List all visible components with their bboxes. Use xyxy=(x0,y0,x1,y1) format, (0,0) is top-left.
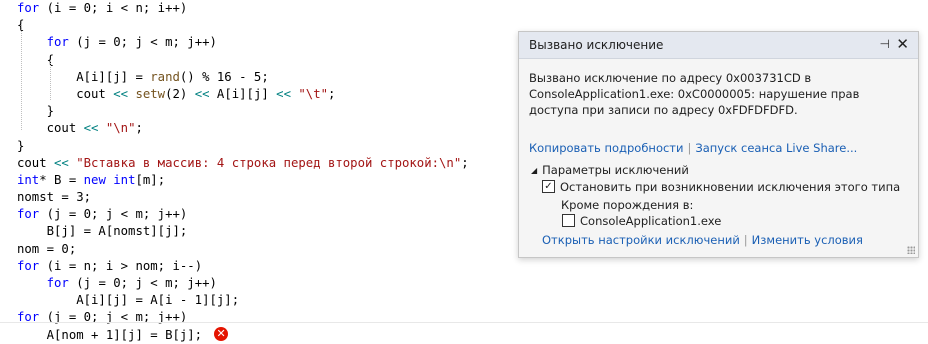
code-token-kw: new xyxy=(83,172,106,187)
collapse-triangle-icon[interactable]: ◢ xyxy=(531,166,537,175)
code-token: ; xyxy=(135,121,143,136)
link-separator: | xyxy=(743,233,748,247)
code-token: A[i][j] xyxy=(209,86,277,101)
indent-guide xyxy=(21,25,22,130)
open-exception-settings-link[interactable]: Открыть настройки исключений xyxy=(542,233,740,247)
code-token: A[i][j] = A[i - 1][j]; xyxy=(17,293,240,308)
code-token-fn: rand xyxy=(150,69,180,84)
code-token-kw: for xyxy=(46,35,69,50)
exception-popup[interactable]: Вызвано исключение ⊣ ✕ Вызвано исключени… xyxy=(518,31,919,258)
code-token-op: << xyxy=(54,155,69,170)
code-token: ; xyxy=(461,155,469,170)
code-token: (2) xyxy=(165,86,195,101)
code-token: } xyxy=(17,104,55,119)
indent-guide xyxy=(50,60,51,100)
code-token-op: << xyxy=(194,86,210,101)
edit-conditions-link[interactable]: Изменить условия xyxy=(752,233,863,247)
code-token-fn: setw xyxy=(135,86,166,101)
except-label: Кроме порождения в: xyxy=(561,198,694,212)
code-token: * B = xyxy=(39,172,84,187)
code-token: nom = 0; xyxy=(17,241,77,256)
code-token: cout xyxy=(17,155,55,170)
code-token-op: << xyxy=(83,121,99,136)
error-icon[interactable]: ✕ xyxy=(214,327,229,342)
code-token-kw: for xyxy=(17,258,40,273)
code-line[interactable]: A[i][j] = A[i - 1][j]; xyxy=(17,292,928,309)
pin-icon[interactable]: ⊣ xyxy=(880,37,890,51)
copy-details-link[interactable]: Копировать подробности xyxy=(529,141,683,155)
break-option-label: Остановить при возникновении исключения … xyxy=(560,180,901,194)
code-token: (j = 0; j < m; j++) xyxy=(68,35,217,50)
popup-header: Вызвано исключение ⊣ ✕ xyxy=(519,32,918,59)
code-line[interactable]: for (i = n; i > nom; i--) xyxy=(17,258,928,275)
code-token-kw: for xyxy=(17,207,40,222)
code-token: A[nom + 1][j] = B[j]; xyxy=(17,327,203,342)
code-token: (i = 0; i < n; i++) xyxy=(39,1,188,15)
code-token-kw: int xyxy=(17,172,40,187)
code-token: ; xyxy=(328,86,336,101)
code-token-kw: for xyxy=(46,276,69,290)
section-label: Параметры исключений xyxy=(542,163,689,177)
module-option[interactable]: ConsoleApplication1.exe xyxy=(562,214,721,228)
code-token: (j = 0; j < m; j++) xyxy=(39,207,188,222)
code-token-str: "\t" xyxy=(298,86,329,101)
code-token-kw: int xyxy=(113,172,136,187)
popup-title: Вызвано исключение xyxy=(529,38,664,52)
code-line[interactable]: A[nom + 1][j] = B[j]; ✕ xyxy=(17,327,928,344)
break-option[interactable]: ✓ Остановить при возникновении исключения… xyxy=(542,180,900,194)
popup-links-bottom: Открыть настройки исключений | Изменить ус… xyxy=(542,233,863,247)
code-token: cout xyxy=(17,86,114,101)
code-token: (i = n; i > nom; i--) xyxy=(39,258,203,273)
code-token-str: "Вставка в массив: 4 строка перед второй… xyxy=(76,155,462,170)
link-separator: | xyxy=(687,141,692,155)
editor-divider xyxy=(0,322,928,323)
code-token: [m]; xyxy=(135,172,166,187)
code-token: (j = 0; j < m; j++) xyxy=(68,276,217,290)
code-token: A[i][j] = xyxy=(17,69,151,84)
code-token-op: << xyxy=(113,86,129,101)
break-checkbox[interactable]: ✓ xyxy=(542,180,555,193)
code-token: nomst = 3; xyxy=(17,190,92,205)
code-token-str: "\n" xyxy=(105,121,136,136)
code-line[interactable]: for (j = 0; j < m; j++) xyxy=(17,309,928,326)
code-line[interactable]: for (i = 0; i < n; i++) xyxy=(17,0,928,17)
code-line[interactable]: for (j = 0; j < m; j++) xyxy=(17,275,928,292)
exception-message: Вызвано исключение по адресу 0x003731CD … xyxy=(529,71,860,117)
code-token: B[j] = A[nomst][j]; xyxy=(17,224,188,239)
code-token: cout xyxy=(17,121,84,136)
code-token: () % 16 - 5; xyxy=(179,69,269,84)
resize-grip[interactable] xyxy=(907,246,915,254)
module-option-label: ConsoleApplication1.exe xyxy=(580,214,722,228)
close-icon[interactable]: ✕ xyxy=(896,35,909,53)
code-token: { xyxy=(17,52,55,67)
code-token-kw: for xyxy=(17,1,40,15)
module-checkbox[interactable] xyxy=(562,214,575,227)
exception-settings-section[interactable]: ◢ Параметры исключений xyxy=(531,163,689,177)
live-share-link[interactable]: Запуск сеанса Live Share... xyxy=(695,141,857,155)
code-token-op: << xyxy=(276,86,291,101)
popup-links: Копировать подробности | Запуск сеанса Liv… xyxy=(529,141,857,155)
code-token: } xyxy=(17,138,25,153)
